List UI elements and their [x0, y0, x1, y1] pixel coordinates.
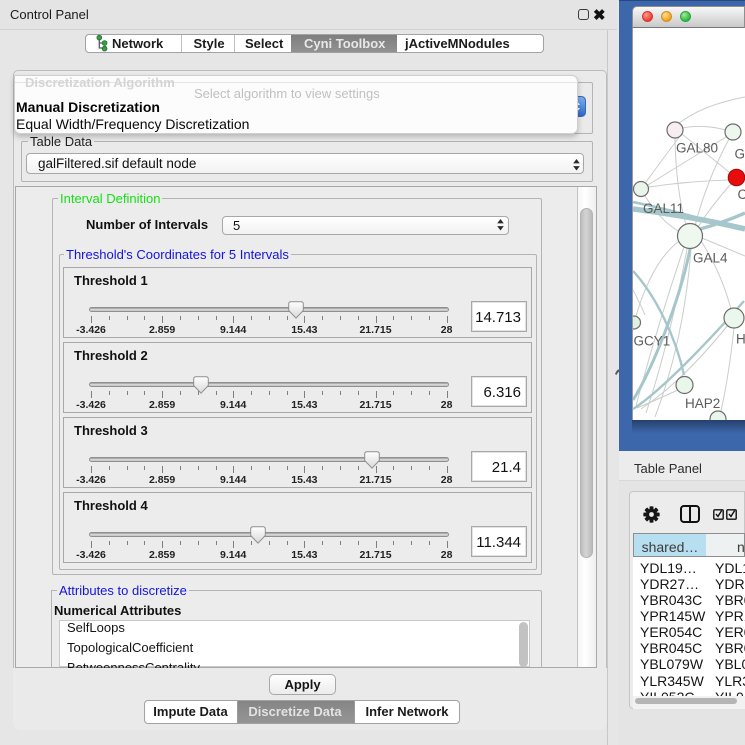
svg-text:GCY1: GCY1 [634, 334, 671, 349]
svg-text:C: C [738, 187, 745, 202]
svg-text:GAL80: GAL80 [676, 141, 718, 156]
svg-text:GAL4: GAL4 [693, 251, 728, 266]
svg-text:GAL11: GAL11 [643, 201, 684, 216]
svg-text:HAP2: HAP2 [685, 396, 720, 411]
svg-text:H: H [736, 332, 745, 347]
svg-text:GA: GA [735, 147, 745, 162]
